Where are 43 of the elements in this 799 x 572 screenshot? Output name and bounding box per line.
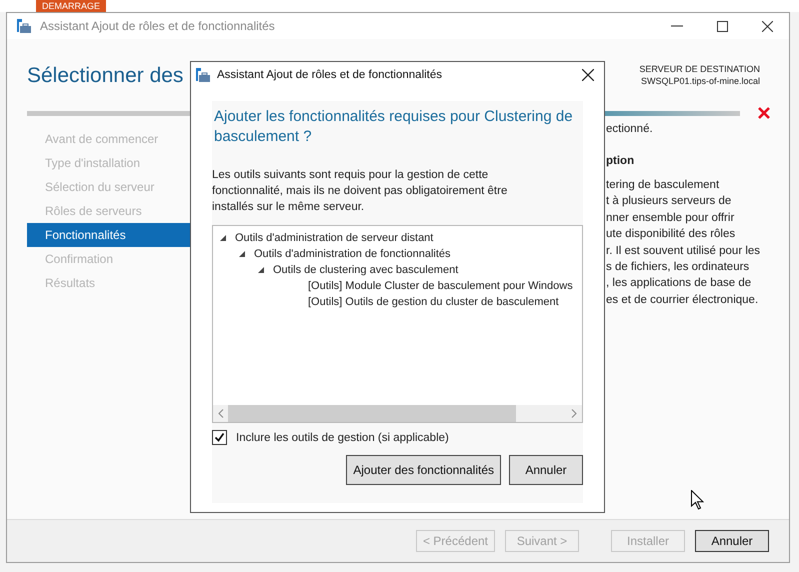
description-line: es et de courrier électronique. xyxy=(606,292,760,308)
checkbox[interactable] xyxy=(212,430,227,445)
tree-item[interactable]: [Outils] Outils de gestion du cluster de basculement xyxy=(308,296,559,308)
toolbox-icon xyxy=(195,66,211,82)
description-line: tering de basculement xyxy=(606,178,720,193)
tree-item[interactable]: Outils d'administration de serveur distant xyxy=(235,232,434,244)
dialog-heading: Ajouter les fonctionnalités requises pour Clustering de basculement ? xyxy=(213,107,574,147)
status-text: ectionné. xyxy=(606,123,654,137)
dialog-button[interactable]: Annuler xyxy=(509,455,583,485)
sidebar-item[interactable]: Fonctionnalités xyxy=(27,223,191,247)
close-icon[interactable] xyxy=(582,68,594,80)
tree-item[interactable]: Outils d'administration de fonctionnalités xyxy=(254,248,451,260)
description-line: , les applications de base de xyxy=(606,276,752,292)
description-line: nner ensemble pour offrir xyxy=(606,210,736,226)
description-line: r. Il est souvent utilisé pour les xyxy=(606,244,760,259)
page-heading: Sélectionner des xyxy=(27,63,184,89)
scroll-left-icon[interactable] xyxy=(218,409,224,418)
horizontal-scrollbar[interactable] xyxy=(213,405,582,422)
expander-icon[interactable] xyxy=(257,266,265,274)
start-tab[interactable]: DEMARRAGE xyxy=(36,0,106,12)
window-title: Assistant Ajout de rôles et de fonctionnalités xyxy=(40,19,275,33)
destination-label: SERVEUR DE DESTINATION xyxy=(639,63,760,75)
description-line: s de fichiers, les ordinateurs xyxy=(606,260,750,276)
wizard-button[interactable]: Annuler xyxy=(695,530,769,552)
description-heading: ption xyxy=(606,155,636,167)
destination-server: SWSQLP01.tips-of-mine.local xyxy=(640,75,760,87)
toolbox-icon xyxy=(16,18,32,34)
scrollbar-thumb[interactable] xyxy=(228,405,516,422)
mouse-pointer-icon xyxy=(691,490,704,510)
tree-item[interactable]: Outils de clustering avec basculement xyxy=(273,264,458,276)
description-line: ute disponibilité des rôles xyxy=(606,227,736,242)
expander-icon[interactable] xyxy=(219,234,227,242)
maximize-icon[interactable] xyxy=(717,20,728,32)
dialog-button[interactable]: Ajouter des fonctionnalités xyxy=(346,455,501,485)
description-line: t à plusieurs serveurs de xyxy=(606,194,732,210)
tree-item[interactable]: [Outils] Module Cluster de basculement pour Windows xyxy=(308,280,573,292)
checkbox-label: Inclure les outils de gestion (si applicable) xyxy=(236,432,449,444)
dialog-title: Assistant Ajout de rôles et de fonctionnalités xyxy=(217,68,442,80)
expander-icon[interactable] xyxy=(238,250,246,258)
scroll-right-icon[interactable] xyxy=(571,409,577,418)
error-icon xyxy=(758,107,770,119)
dialog-description: Les outils suivants sont requis pour la gestion de cette fonctionnalité, mais ils ne doivent pas obligatoirement être installés sur le même serveur. xyxy=(212,168,508,215)
close-icon[interactable] xyxy=(762,20,773,32)
